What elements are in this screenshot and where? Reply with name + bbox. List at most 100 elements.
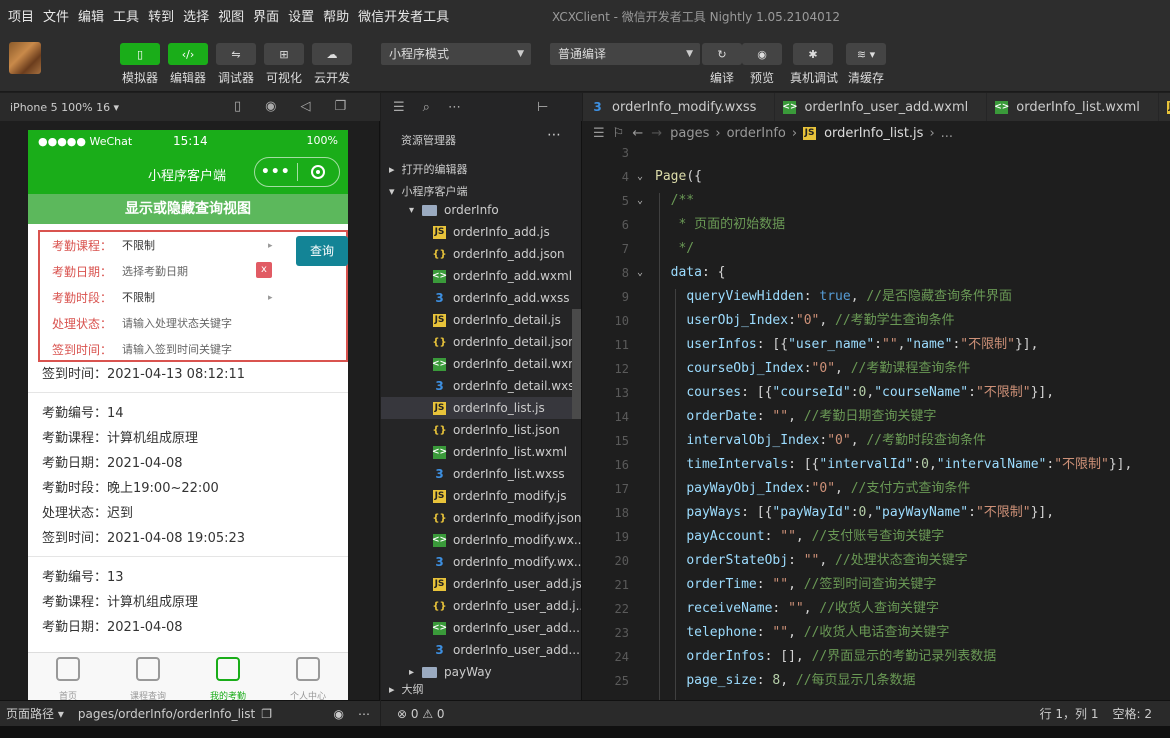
list-icon[interactable]: ☰: [593, 126, 605, 141]
fold-chevron-icon[interactable]: ⌄: [637, 189, 643, 213]
query-interval-picker[interactable]: 不限制: [122, 289, 155, 305]
menu-item[interactable]: 转到: [148, 6, 174, 25]
clear-date-button[interactable]: x: [256, 262, 272, 278]
tab-0[interactable]: 首页: [28, 653, 108, 700]
editor-tab[interactable]: JS: [1158, 93, 1170, 121]
file-item[interactable]: <> orderInfo_modify.wx...: [381, 529, 581, 551]
file-item[interactable]: 3 orderInfo_user_add....: [381, 639, 581, 661]
menu-item[interactable]: 编辑: [78, 6, 104, 25]
capsule-menu[interactable]: •••: [254, 157, 340, 187]
editor-tab[interactable]: 3 orderInfo_modify.wxss: [583, 93, 776, 121]
list-icon[interactable]: ☰: [393, 100, 405, 115]
file-item[interactable]: 3 orderInfo_add.wxss: [381, 287, 581, 309]
editor-tab[interactable]: <> orderInfo_user_add.wxml: [775, 93, 988, 121]
breadcrumb-item[interactable]: orderInfo: [727, 126, 786, 141]
file-item[interactable]: {} orderInfo_list.json: [381, 419, 581, 441]
window-icon[interactable]: ❐: [335, 99, 347, 114]
tab-3[interactable]: 个人中心: [268, 653, 348, 700]
file-item[interactable]: 3 orderInfo_modify.wx...: [381, 551, 581, 573]
back-arrow-icon[interactable]: ←: [632, 126, 643, 141]
query-course-picker[interactable]: 不限制: [122, 237, 155, 253]
menu-item[interactable]: 选择: [183, 6, 209, 25]
search-icon[interactable]: ⌕: [423, 100, 430, 115]
open-editors-section[interactable]: ▸ 打开的编辑器: [389, 161, 468, 177]
more-icon[interactable]: ⋯: [448, 100, 461, 115]
query-interval-row[interactable]: 考勤时段： 不限制: [52, 288, 155, 306]
file-item[interactable]: JS orderInfo_add.js: [381, 221, 581, 243]
menu-item[interactable]: 工具: [113, 6, 139, 25]
compile-button[interactable]: ↻: [702, 43, 742, 65]
file-item[interactable]: <> orderInfo_add.wxml: [381, 265, 581, 287]
file-item[interactable]: JS orderInfo_modify.js: [381, 485, 581, 507]
tab-2[interactable]: 我的考勤: [188, 653, 268, 700]
indent-setting[interactable]: 空格: 2: [1113, 705, 1153, 722]
file-item[interactable]: {} orderInfo_add.json: [381, 243, 581, 265]
editor-tab[interactable]: <> orderInfo_list.wxml: [987, 93, 1159, 121]
file-item[interactable]: {} orderInfo_user_add.j...: [381, 595, 581, 617]
mode-select[interactable]: 小程序模式 ▼: [381, 43, 531, 65]
file-item[interactable]: JS orderInfo_user_add.js: [381, 573, 581, 595]
device-debug-button[interactable]: ✱: [793, 43, 833, 65]
more-icon[interactable]: ⋯: [547, 127, 561, 143]
file-item[interactable]: {} orderInfo_detail.json: [381, 331, 581, 353]
volume-icon[interactable]: ◁: [301, 99, 311, 114]
query-date-picker[interactable]: 选择考勤日期: [122, 263, 188, 279]
folder-item[interactable]: ▾ orderInfo: [381, 199, 581, 221]
query-time-input[interactable]: 请输入签到时间关键字: [122, 341, 232, 357]
copy-icon[interactable]: ❐: [261, 707, 272, 721]
phone-icon[interactable]: ▯: [234, 99, 241, 114]
explorer-scrollbar[interactable]: [572, 309, 581, 419]
page-path-label[interactable]: 页面路径 ▾: [6, 705, 64, 722]
simulator-toggle-button[interactable]: ▯: [120, 43, 160, 65]
query-button[interactable]: 查询: [296, 236, 348, 266]
folder-item[interactable]: ▸ payWay: [381, 661, 581, 683]
problems-indicator[interactable]: ⊗ 0 ⚠ 0: [397, 707, 445, 721]
query-state-input[interactable]: 请输入处理状态关键字: [122, 315, 232, 331]
compile-select[interactable]: 普通编译 ▼: [550, 43, 700, 65]
file-item[interactable]: <> orderInfo_detail.wxml: [381, 353, 581, 375]
cursor-position[interactable]: 行 1，列 1: [1040, 705, 1099, 722]
cloud-button[interactable]: ☁: [312, 43, 352, 65]
menu-item[interactable]: 微信开发者工具: [358, 6, 449, 25]
outline-section[interactable]: ▸ 大纲: [389, 681, 424, 697]
device-select[interactable]: iPhone 5 100% 16 ▾: [10, 101, 119, 114]
code-editor[interactable]: 3 4 ⌄ Page({5 ⌄ /** 6 * 页面的初始数据 7 */8 ⌄ data: {…: [583, 145, 1170, 700]
menu-item[interactable]: 界面: [253, 6, 279, 25]
clear-cache-button[interactable]: ≋ ▾: [846, 43, 886, 65]
close-mini-program-icon[interactable]: [297, 165, 339, 179]
query-course-row[interactable]: 考勤课程： 不限制: [52, 236, 155, 254]
breadcrumb-item[interactable]: orderInfo_list.js: [824, 126, 923, 141]
debugger-toggle-button[interactable]: ⇋: [216, 43, 256, 65]
file-item[interactable]: JS orderInfo_detail.js: [381, 309, 581, 331]
menu-item[interactable]: 项目: [8, 6, 34, 25]
more-icon[interactable]: ⋯: [358, 707, 370, 721]
query-state-row[interactable]: 处理状态： 请输入处理状态关键字: [52, 314, 232, 332]
project-section[interactable]: ▾ 小程序客户端: [389, 183, 468, 199]
eye-icon[interactable]: ◉: [334, 707, 344, 721]
editor-toggle-button[interactable]: ‹/›: [168, 43, 208, 65]
menu-item[interactable]: 设置: [288, 6, 314, 25]
file-item[interactable]: JS orderInfo_list.js: [381, 397, 581, 419]
breadcrumb-item[interactable]: pages: [670, 126, 709, 141]
breadcrumb-item[interactable]: ...: [941, 126, 953, 141]
avatar[interactable]: [9, 42, 41, 74]
tab-1[interactable]: 课程查询: [108, 653, 188, 700]
query-time-row[interactable]: 签到时间： 请输入签到时间关键字: [52, 340, 232, 358]
split-icon[interactable]: ⊢: [537, 100, 548, 115]
menu-item[interactable]: 视图: [218, 6, 244, 25]
toggle-query-view-button[interactable]: 显示或隐藏查询视图: [28, 194, 348, 224]
visual-toggle-button[interactable]: ⊞: [264, 43, 304, 65]
record-icon[interactable]: ◉: [265, 99, 276, 114]
forward-arrow-icon[interactable]: →: [651, 126, 662, 141]
fold-chevron-icon[interactable]: ⌄: [637, 261, 643, 285]
file-item[interactable]: <> orderInfo_list.wxml: [381, 441, 581, 463]
query-date-row[interactable]: 考勤日期： 选择考勤日期: [52, 262, 188, 280]
bookmark-icon[interactable]: ⚐: [613, 126, 625, 141]
menu-item[interactable]: 文件: [43, 6, 69, 25]
fold-chevron-icon[interactable]: ⌄: [637, 165, 643, 189]
more-icon[interactable]: •••: [255, 164, 297, 180]
file-item[interactable]: 3 orderInfo_list.wxss: [381, 463, 581, 485]
file-item[interactable]: <> orderInfo_user_add....: [381, 617, 581, 639]
file-item[interactable]: 3 orderInfo_detail.wxss: [381, 375, 581, 397]
menu-item[interactable]: 帮助: [323, 6, 349, 25]
